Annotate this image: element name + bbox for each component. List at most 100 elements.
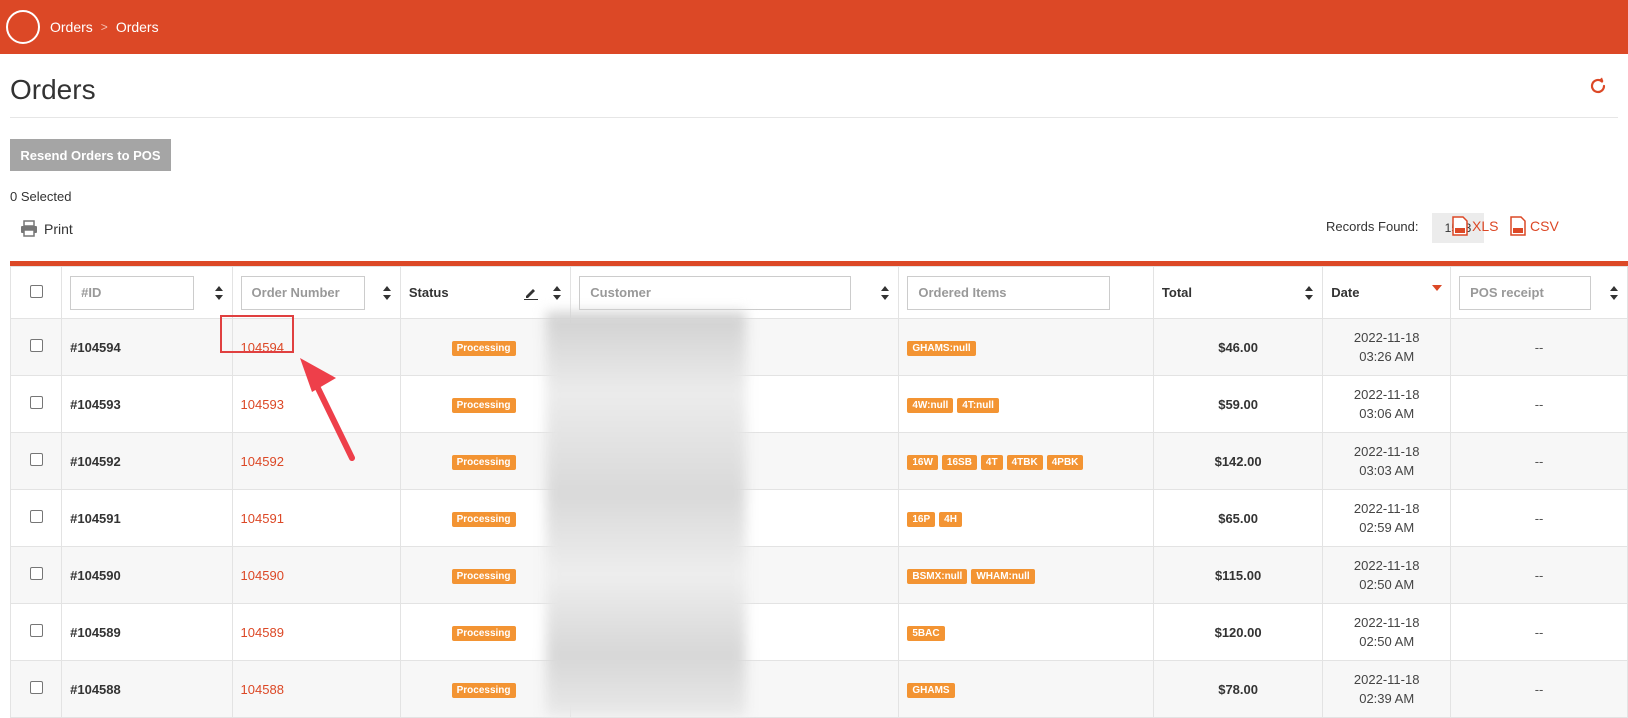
order-number-link[interactable]: 104588 [231,660,401,718]
breadcrumb: Orders > Orders [50,19,159,35]
time-value: 03:03 AM [1359,463,1415,478]
pos-receipt-header: POS receipt [1450,266,1628,319]
xls-file-icon [1452,216,1468,236]
table-row[interactable]: #104589 104589 Processing 5BAC $120.00 2… [9,603,1628,661]
order-number-filter-input[interactable]: Order Number [240,275,365,310]
order-number-link[interactable]: 104591 [231,489,401,547]
pos-receipt-filter-input[interactable]: POS receipt [1459,275,1592,310]
print-label: Print [44,220,73,237]
select-all-checkbox[interactable] [29,284,43,298]
edit-pencil-icon[interactable] [524,286,539,300]
export-xls-button[interactable]: XLS [1452,216,1498,236]
status-badge: Processing [451,511,516,527]
date-cell: 2022-11-18 02:50 AM [1322,546,1452,604]
ordered-items-filter-input[interactable]: Ordered Items [907,275,1111,310]
item-badge: 5BAC [907,625,945,641]
date-value: 2022-11-18 [1353,501,1420,516]
row-select-cell [9,489,63,547]
table-row[interactable]: #104592 104592 Processing 16W 16SB 4T 4TBK 4… [9,432,1628,490]
top-bar: Orders > Orders [0,0,1628,54]
total-cell: $59.00 [1152,375,1324,433]
row-checkbox[interactable] [29,510,43,523]
item-badge: 4PBK [1046,454,1084,470]
row-checkbox[interactable] [29,396,43,409]
title-divider [10,117,1618,118]
row-checkbox[interactable] [29,567,43,580]
order-id: #104593 [61,375,233,433]
order-id: #104591 [61,489,233,547]
row-checkbox[interactable] [29,624,43,637]
order-id: #104592 [61,432,233,490]
total-cell: $78.00 [1152,660,1324,718]
resend-orders-button[interactable]: Resend Orders to POS [10,139,171,171]
row-checkbox[interactable] [29,339,43,352]
csv-label: CSV [1530,218,1559,234]
date-cell: 2022-11-18 03:03 AM [1322,432,1452,490]
table-row[interactable]: #104590 104590 Processing BSMX:null WHAM:… [9,546,1628,604]
date-header[interactable]: Date [1322,266,1452,319]
sort-icon[interactable] [1609,285,1619,301]
ordered-items-cell: 4W:null 4T:null [898,375,1154,433]
date-value: 2022-11-18 [1353,672,1420,687]
row-checkbox[interactable] [29,681,43,694]
item-badge: 4W:null [907,397,954,413]
logo-icon[interactable] [6,10,40,44]
item-badge: 4T [980,454,1003,470]
time-value: 02:50 AM [1359,577,1415,592]
total-cell: $115.00 [1152,546,1324,604]
ordered-items-cell: 5BAC [898,603,1154,661]
order-number-link[interactable]: 104590 [231,546,401,604]
sort-desc-icon[interactable] [1432,284,1443,291]
csv-file-icon [1510,216,1526,236]
order-id: #104588 [61,660,233,718]
item-badge: GHAMS [907,682,955,698]
print-button[interactable]: Print [20,220,73,237]
row-select-cell [9,603,63,661]
order-number-link[interactable]: 104589 [231,603,401,661]
table-row[interactable]: #104588 104588 Processing GHAMS $78.00 2… [9,660,1628,718]
refresh-icon[interactable] [1588,76,1608,96]
item-badge: BSMX:null [907,568,968,584]
pos-receipt-cell: -- [1450,660,1628,718]
date-header-label: Date [1331,285,1360,300]
total-header-label: Total [1161,285,1193,300]
item-badge: WHAM:null [971,568,1035,584]
sort-icon[interactable] [880,285,890,301]
customer-header: Customer [570,266,900,319]
page-title: Orders [10,74,96,105]
export-csv-button[interactable]: CSV [1510,216,1559,236]
sort-icon[interactable] [1304,285,1314,301]
row-select-cell [9,375,63,433]
total-cell: $65.00 [1152,489,1324,547]
total-cell: $142.00 [1152,432,1324,490]
chevron-right-icon: > [100,20,108,34]
id-header: #ID [61,266,233,319]
item-badge: 4TBK [1006,454,1043,470]
sort-icon[interactable] [552,285,562,301]
item-badge: 16W [907,454,938,470]
sort-icon[interactable] [382,285,392,301]
select-all-cell [9,266,63,319]
time-value: 02:59 AM [1359,520,1415,535]
date-value: 2022-11-18 [1353,558,1420,573]
total-cell: $46.00 [1152,318,1324,376]
table-row[interactable]: #104591 104591 Processing 16P 4H $65.00 2… [9,489,1628,547]
status-header: Status [399,266,572,319]
row-select-cell [9,660,63,718]
order-id: #104594 [61,318,233,376]
pos-receipt-cell: -- [1450,603,1628,661]
item-badge: 4T:null [957,397,999,413]
order-id: #104589 [61,603,233,661]
sort-icon[interactable] [214,285,224,301]
row-select-cell [9,546,63,604]
breadcrumb-item-orders[interactable]: Orders [50,19,93,35]
id-filter-input[interactable]: #ID [70,275,195,310]
customer-filter-input[interactable]: Customer [579,275,852,310]
pos-receipt-cell: -- [1450,318,1628,376]
table-row[interactable]: #104593 104593 Processing 4W:null 4T:null… [9,375,1628,433]
row-checkbox[interactable] [29,453,43,466]
item-badge: 16P [907,511,936,527]
date-value: 2022-11-18 [1353,330,1420,345]
status-header-label: Status [408,285,449,300]
time-value: 02:39 AM [1359,691,1415,706]
